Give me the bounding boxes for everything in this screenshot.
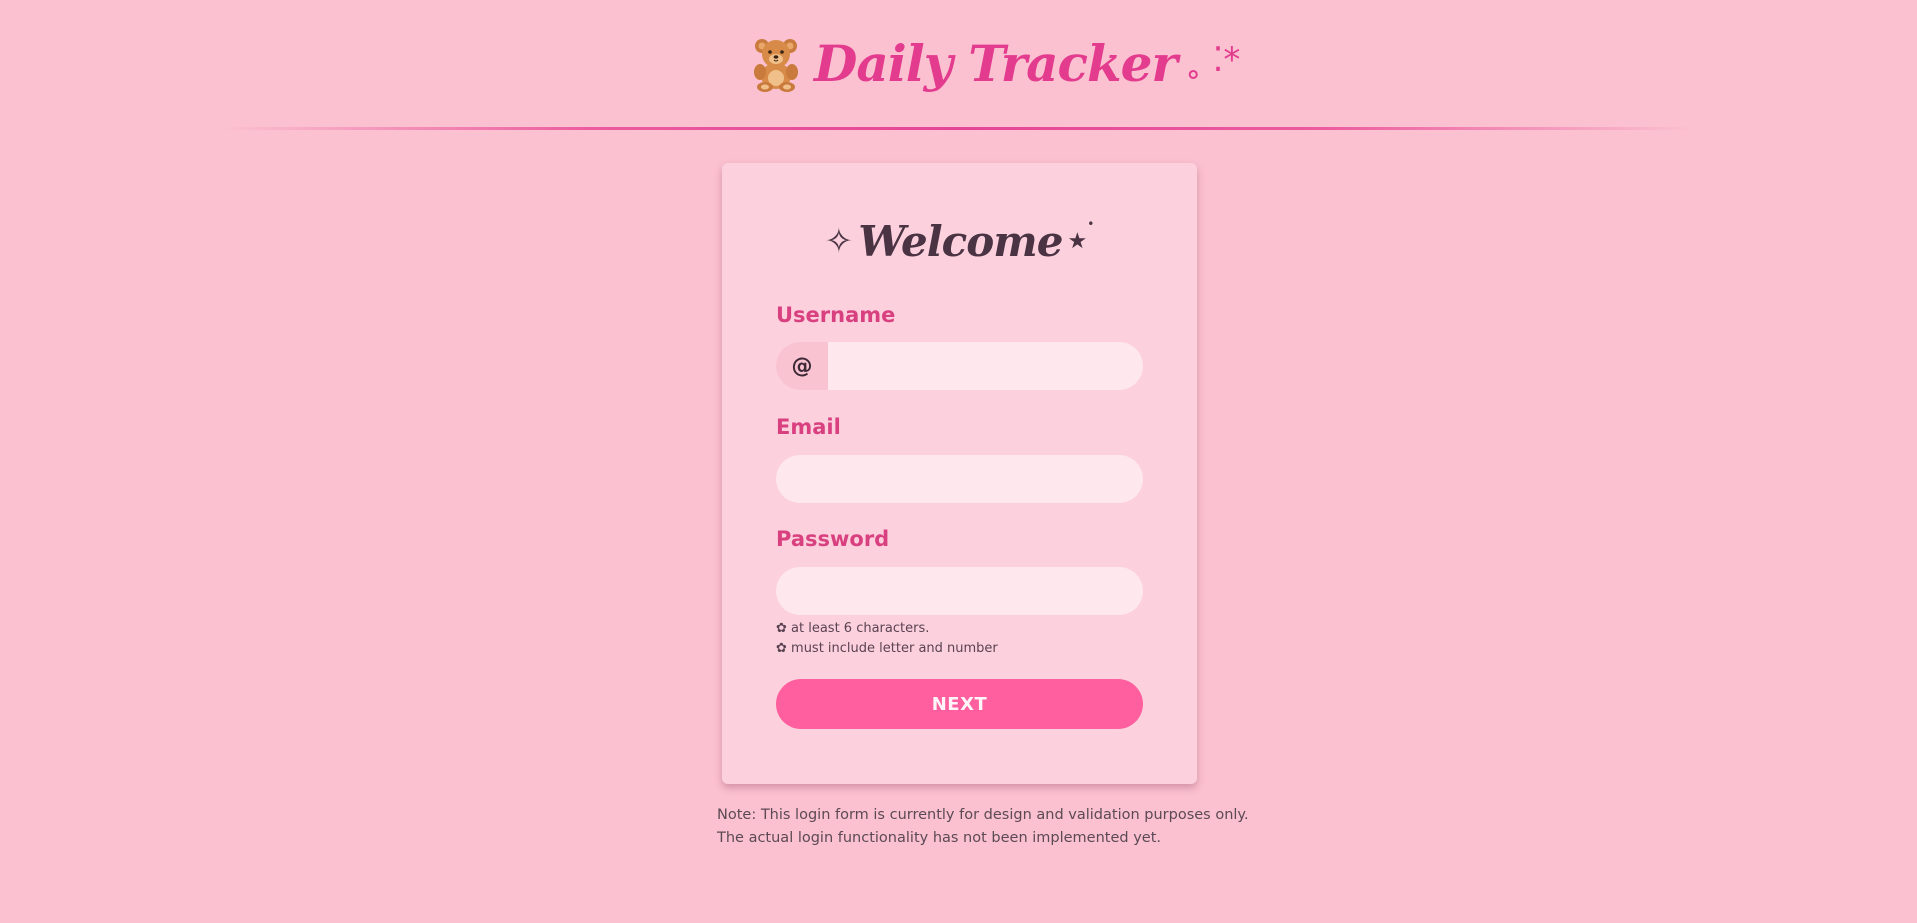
password-hint: ✿ must include letter and number bbox=[776, 641, 998, 656]
password-input[interactable] bbox=[776, 567, 1143, 615]
header-divider bbox=[222, 127, 1694, 130]
brand: Daily Tracker ˳ ⁚* bbox=[748, 28, 1240, 98]
header: Daily Tracker ˳ ⁚* bbox=[0, 0, 1917, 128]
password-field bbox=[776, 567, 1143, 615]
email-field bbox=[776, 455, 1143, 503]
dot-icon: • bbox=[1087, 217, 1095, 231]
password-hint: ✿ at least 6 characters. bbox=[776, 621, 930, 636]
username-field: @ bbox=[776, 342, 1143, 390]
sparkle-decoration-icon: ˳ ⁚* bbox=[1184, 40, 1241, 80]
username-input[interactable] bbox=[828, 342, 1143, 390]
teddy-bear-icon bbox=[754, 39, 798, 92]
welcome-heading: ✧ Welcome ★• bbox=[722, 217, 1197, 266]
disclaimer-note: Note: This login form is currently for d… bbox=[717, 804, 1249, 850]
site-title: Daily Tracker bbox=[814, 33, 1178, 93]
note-line: The actual login functionality has not b… bbox=[717, 830, 1162, 846]
sparkle-icon: ✧ bbox=[824, 221, 854, 262]
star-icon: ★ bbox=[1067, 229, 1088, 254]
username-label: Username bbox=[776, 303, 896, 327]
password-label: Password bbox=[776, 527, 890, 551]
login-card: ✧ Welcome ★• Username @ Email Password ✿… bbox=[722, 163, 1197, 784]
at-prefix: @ bbox=[776, 342, 828, 390]
email-input[interactable] bbox=[776, 455, 1143, 503]
password-hints: ✿ at least 6 characters. ✿ must include … bbox=[776, 619, 998, 659]
email-label: Email bbox=[776, 415, 841, 439]
note-line: Note: This login form is currently for d… bbox=[717, 807, 1249, 823]
welcome-title: Welcome bbox=[858, 217, 1063, 266]
next-button[interactable]: NEXT bbox=[776, 679, 1143, 729]
